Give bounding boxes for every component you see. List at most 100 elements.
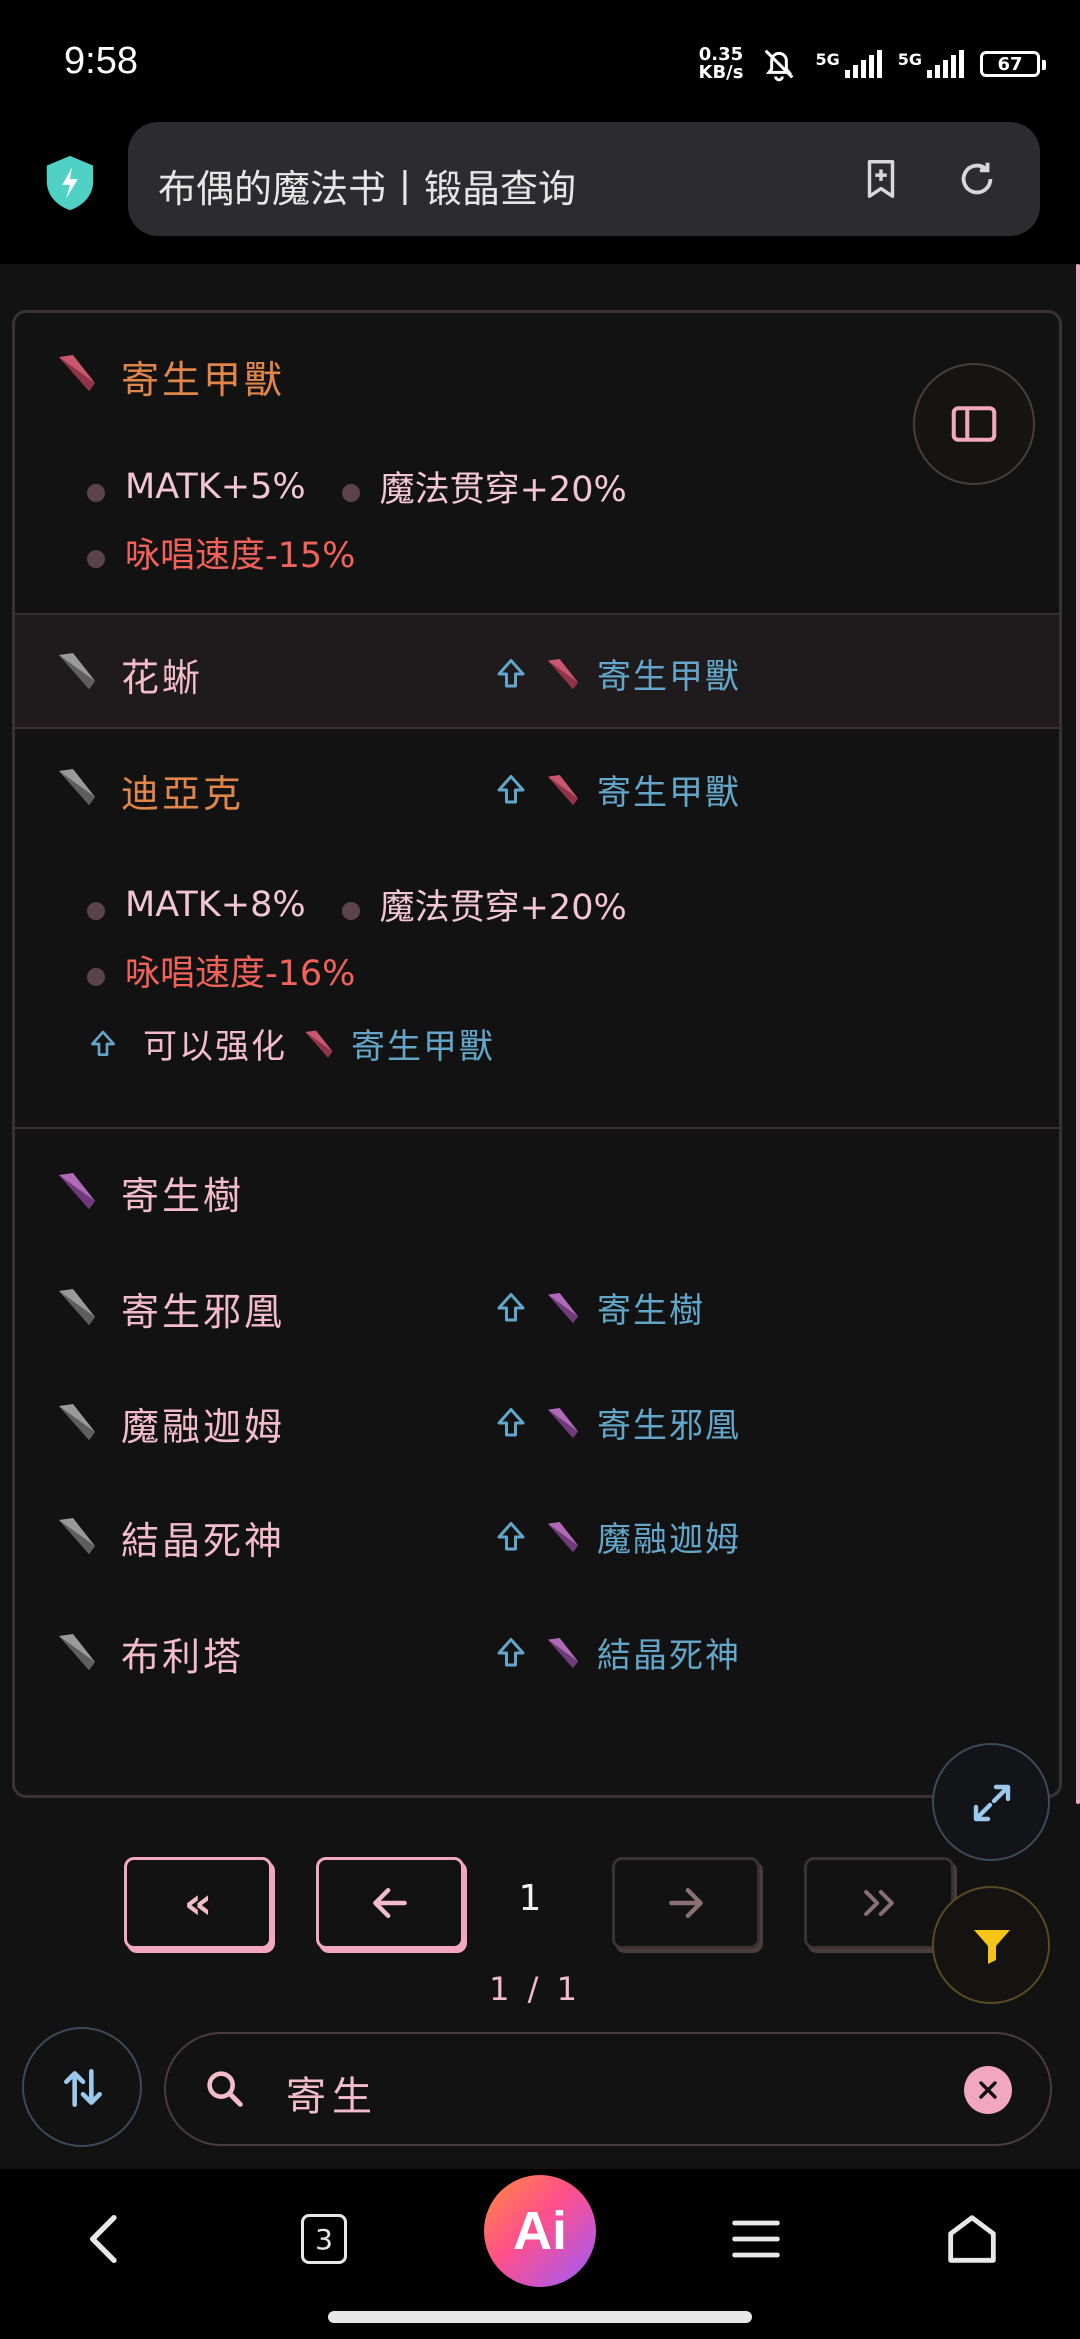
search-value: 寄生 (286, 2074, 378, 2120)
crystal-gem-icon (59, 1634, 95, 1670)
upgrade-target[interactable]: 寄生甲獸 (597, 765, 741, 814)
sidebar-panel-icon (951, 406, 997, 442)
sidebar-toggle-button[interactable] (913, 363, 1035, 485)
crystal-gem-icon (59, 769, 95, 805)
clear-icon (979, 2081, 997, 2099)
ai-label: Ai (513, 2201, 567, 2261)
tabs-button[interactable]: 3 (292, 2207, 356, 2271)
upgrade-target[interactable]: 寄生樹 (597, 1283, 705, 1332)
stat-value: MATK+8% (125, 884, 306, 925)
battery-icon: 67 (980, 51, 1046, 77)
first-page-label: « (183, 1877, 213, 1929)
menu-icon[interactable] (724, 2207, 788, 2271)
crystal-gem-icon (548, 1637, 578, 1668)
upgrade-target[interactable]: 魔融迦姆 (597, 1512, 741, 1561)
bullet-dot (87, 967, 105, 986)
can-enhance-label: 可以强化 (143, 1027, 287, 1067)
list-item[interactable]: 迪亞克 寄生甲獸 MATK+8% 魔法贯穿+20% 咏唱速度-16% 可以强化 (15, 729, 1059, 1089)
crystal-name: 魔融迦姆 (121, 1405, 286, 1449)
last-page-button[interactable] (804, 1857, 954, 1949)
upgrade-link[interactable]: 寄生甲獸 (493, 765, 741, 814)
upgrade-arrow-icon (497, 1637, 525, 1666)
crystal-gem-icon (548, 774, 578, 805)
current-page: 1 (518, 1878, 542, 1919)
crystal-gem-icon (59, 1518, 95, 1554)
crystal-name: 花蜥 (121, 656, 204, 700)
list-item[interactable]: 布利塔 結晶死神 (15, 1590, 1059, 1700)
list-item[interactable]: 寄生樹 (15, 1129, 1059, 1239)
crystal-gem-icon (59, 653, 95, 689)
upgrade-arrow-icon (497, 774, 525, 803)
crystal-gem-icon (548, 1292, 578, 1323)
gesture-bar[interactable] (328, 2311, 752, 2323)
upgrade-target[interactable]: 寄生甲獸 (597, 649, 741, 698)
bullet-dot (87, 901, 105, 920)
net-speed-unit: KB/s (698, 62, 744, 83)
crystal-gem-icon (59, 355, 95, 391)
search-input[interactable]: 寄生 (164, 2032, 1052, 2146)
stats-line: MATK+8% 魔法贯穿+20% (87, 879, 627, 930)
stat-value: MATK+5% (125, 466, 306, 507)
upgrade-link[interactable]: 結晶死神 (493, 1628, 741, 1677)
upgrade-target[interactable]: 寄生邪凰 (597, 1398, 741, 1447)
status-time: 9:58 (64, 40, 138, 82)
expand-button[interactable] (932, 1743, 1050, 1861)
can-enhance-link[interactable]: 可以强化 寄生甲獸 (87, 1019, 495, 1068)
bullet-dot (341, 483, 360, 502)
browser-toolbar: 布偶的魔法书丨锻晶查询 (0, 120, 1080, 264)
expand-icon (973, 1784, 1011, 1822)
first-page-button[interactable]: « (124, 1857, 272, 1949)
stat-value: 咏唱速度-15% (125, 536, 356, 576)
crystal-gem-icon (59, 1404, 95, 1440)
arrow-right-icon (669, 1887, 703, 1919)
bullet-dot (341, 901, 360, 920)
upgrade-arrow-icon (91, 1030, 115, 1056)
upgrade-link[interactable]: 寄生邪凰 (493, 1398, 741, 1447)
bottom-navigation: 3 Ai (0, 2169, 1080, 2339)
ai-button[interactable]: Ai (484, 2175, 596, 2287)
stat-value: 魔法贯穿+20% (379, 888, 627, 928)
address-bar[interactable]: 布偶的魔法书丨锻晶查询 (128, 122, 1040, 236)
list-item[interactable]: 魔融迦姆 寄生邪凰 (15, 1360, 1059, 1470)
crystal-list-card: 寄生甲獸 MATK+5% 魔法贯穿+20% 咏唱速度-15% 花蜥 寄生甲獸 迪… (12, 310, 1062, 1798)
next-page-button[interactable] (612, 1857, 760, 1949)
signal-1-icon: 5G (815, 50, 882, 78)
page-scrollbar[interactable] (1076, 264, 1080, 1804)
stat-value: 咏唱速度-16% (125, 954, 356, 994)
status-icons: 0.35 KB/s 5G 5G 67 (698, 44, 1046, 84)
shield-icon[interactable] (44, 154, 96, 212)
tabs-icon: 3 (301, 2214, 347, 2264)
stat-value: 魔法贯穿+20% (379, 470, 627, 510)
crystal-name: 迪亞克 (121, 772, 245, 816)
signal-1-label: 5G (815, 50, 840, 69)
page-title: 布偶的魔法书丨锻晶查询 (158, 167, 577, 211)
clear-button[interactable] (964, 2066, 1012, 2114)
filter-button[interactable] (932, 1886, 1050, 2004)
upgrade-target[interactable]: 結晶死神 (597, 1628, 741, 1677)
crystal-name: 寄生樹 (121, 1174, 245, 1218)
crystal-gem-icon (548, 658, 578, 689)
sort-icon (64, 2069, 102, 2107)
list-item[interactable]: 結晶死神 魔融迦姆 (15, 1474, 1059, 1584)
back-icon[interactable] (74, 2207, 138, 2271)
crystal-gem-icon (548, 1521, 578, 1552)
upgrade-link[interactable]: 寄生樹 (493, 1283, 705, 1332)
prev-page-button[interactable] (316, 1857, 464, 1949)
crystal-gem-icon (59, 1173, 95, 1209)
upgrade-link[interactable]: 魔融迦姆 (493, 1512, 741, 1561)
crystal-gem-icon (548, 1407, 578, 1438)
list-item[interactable]: 寄生甲獸 MATK+5% 魔法贯穿+20% 咏唱速度-15% (15, 313, 1059, 609)
arrow-left-icon (373, 1887, 407, 1919)
refresh-icon[interactable] (954, 156, 1000, 202)
crystal-name: 結晶死神 (121, 1519, 286, 1563)
tabs-count: 3 (315, 2222, 333, 2256)
enhance-target[interactable]: 寄生甲獸 (351, 1019, 495, 1068)
list-item[interactable]: 花蜥 寄生甲獸 (15, 615, 1059, 727)
upgrade-link[interactable]: 寄生甲獸 (493, 649, 741, 698)
sort-button[interactable] (22, 2027, 142, 2147)
crystal-gem-icon (305, 1030, 333, 1057)
list-item[interactable]: 寄生邪凰 寄生樹 (15, 1245, 1059, 1355)
upgrade-arrow-icon (497, 658, 525, 687)
add-bookmark-icon[interactable] (858, 156, 904, 202)
home-icon[interactable] (940, 2207, 1004, 2271)
